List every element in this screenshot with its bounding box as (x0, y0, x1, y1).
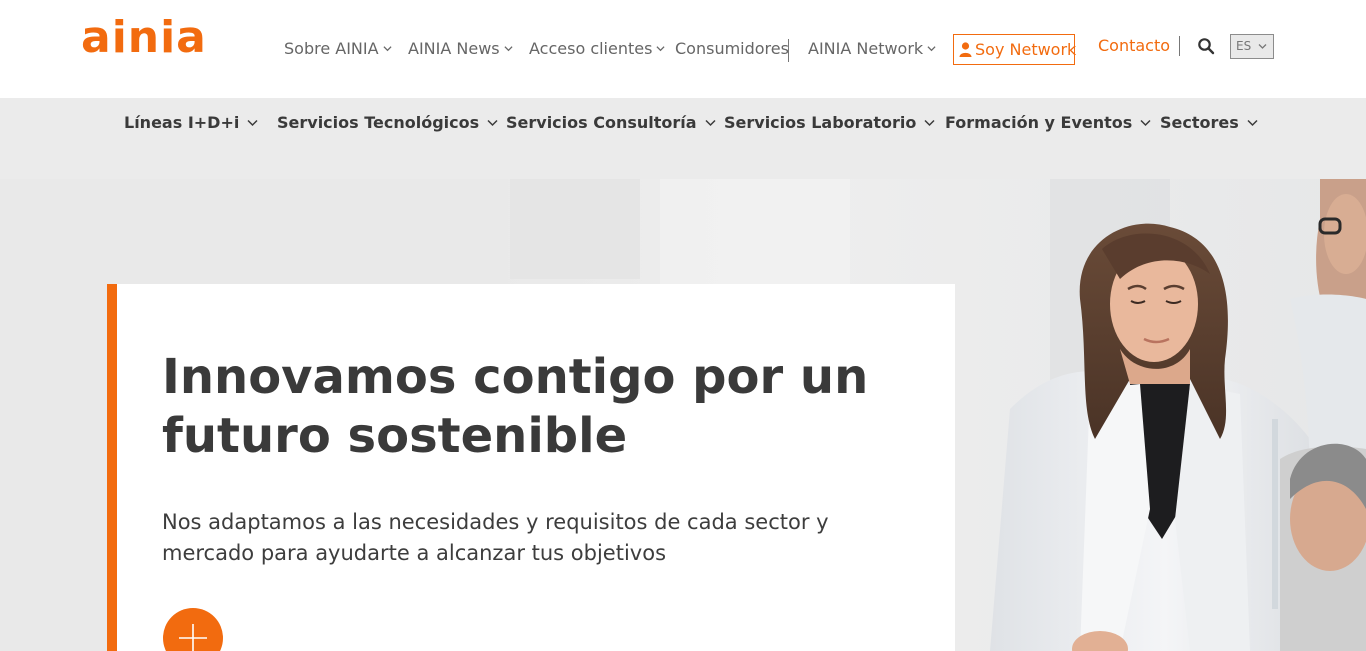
nav-sobre-ainia-label: Sobre AINIA (284, 39, 379, 58)
main-nav: Líneas I+D+i Servicios Tecnológicos Serv… (0, 98, 1366, 179)
chevron-down-icon (383, 46, 392, 52)
hero-title: Innovamos contigo por un futuro sostenib… (162, 349, 869, 464)
hero-subtitle: Nos adaptamos a las necesidades y requis… (162, 510, 829, 565)
language-value: ES (1236, 39, 1252, 53)
nav-divider (788, 39, 789, 62)
main-nav-label: Sectores (1160, 113, 1239, 132)
chevron-down-icon (656, 46, 665, 52)
nav-ainia-news[interactable]: AINIA News (408, 38, 513, 60)
language-select[interactable]: ES (1230, 34, 1274, 59)
nav-ainia-network-label: AINIA Network (808, 39, 924, 58)
top-header: ainia Sobre AINIA AINIA News Acceso clie… (0, 0, 1366, 98)
nav-ainia-network[interactable]: AINIA Network (808, 38, 936, 60)
chevron-down-icon (924, 119, 935, 127)
main-nav-formacion-eventos[interactable]: Formación y Eventos (945, 112, 1151, 134)
contacto-link[interactable]: Contacto (1098, 35, 1170, 57)
chevron-down-icon (1140, 119, 1151, 127)
more-button[interactable] (163, 608, 223, 651)
nav-ainia-news-label: AINIA News (408, 39, 500, 58)
chevron-down-icon (1247, 119, 1258, 127)
main-nav-label: Formación y Eventos (945, 113, 1133, 132)
ainia-logo[interactable]: ainia (81, 10, 207, 66)
chevron-down-icon (487, 119, 498, 127)
user-icon (959, 42, 972, 57)
chevron-down-icon (705, 119, 716, 127)
nav-acceso-clientes[interactable]: Acceso clientes (529, 38, 665, 60)
main-nav-servicios-tecnologicos[interactable]: Servicios Tecnológicos (277, 112, 498, 134)
main-nav-label: Líneas I+D+i (124, 113, 240, 132)
chevron-down-icon (504, 46, 513, 52)
soy-network-button[interactable]: Soy Network (953, 34, 1077, 65)
nav-sobre-ainia[interactable]: Sobre AINIA (284, 38, 392, 60)
soy-network-label: Soy Network (975, 40, 1077, 59)
nav-consumidores[interactable]: Consumidores (675, 38, 789, 60)
chevron-down-icon (247, 119, 258, 127)
nav-consumidores-label: Consumidores (675, 39, 789, 58)
main-nav-label: Servicios Laboratorio (724, 113, 917, 132)
search-icon[interactable] (1197, 37, 1215, 55)
nav-divider (1179, 36, 1180, 56)
main-nav-lineas-idi[interactable]: Líneas I+D+i (124, 112, 258, 134)
main-nav-sectores[interactable]: Sectores (1160, 112, 1258, 134)
main-nav-servicios-laboratorio[interactable]: Servicios Laboratorio (724, 112, 935, 134)
plus-icon (179, 624, 207, 651)
main-nav-servicios-consultoria[interactable]: Servicios Consultoría (506, 112, 716, 134)
main-nav-label: Servicios Consultoría (506, 113, 697, 132)
hero-card: Innovamos contigo por un futuro sostenib… (107, 284, 955, 651)
main-nav-label: Servicios Tecnológicos (277, 113, 480, 132)
chevron-down-icon (927, 46, 936, 52)
chevron-down-icon (1258, 44, 1267, 49)
hero-section: Innovamos contigo por un futuro sostenib… (0, 179, 1366, 651)
nav-acceso-clientes-label: Acceso clientes (529, 39, 653, 58)
